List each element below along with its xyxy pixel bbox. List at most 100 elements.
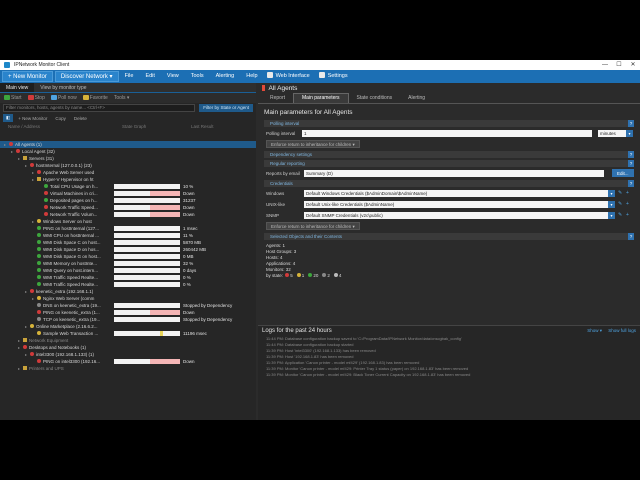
tree-row[interactable]: WMI Disk Space C on host... 5870 MB (0, 239, 256, 246)
chevron-down-icon[interactable]: ▾ (608, 190, 615, 197)
tree-row[interactable]: ▸ intel3300 (192.168.1.133) (1) (0, 351, 256, 358)
tree-row[interactable]: TCP on keenetic_extra (19... Stopped by D… (0, 316, 256, 323)
tools-dropdown[interactable]: Tools ▾ (114, 95, 130, 101)
tree-row[interactable]: Total CPU Usage on h... 10 % (0, 183, 256, 190)
add-icon[interactable]: + (626, 201, 631, 207)
new-monitor-button[interactable]: + New Monitor (2, 71, 53, 82)
help-icon[interactable]: ? (628, 233, 634, 240)
add-new-monitor-button[interactable]: + New Monitor (15, 116, 50, 121)
help-icon[interactable]: ? (628, 160, 634, 167)
tree-row[interactable]: ▸ Printers and UPS (0, 365, 256, 372)
monitor-toggle-button[interactable]: ◧ (3, 114, 14, 122)
tree-row[interactable]: ▸ All Agents (1) (0, 141, 256, 148)
show-full-logs-link[interactable]: Show full logs (608, 326, 636, 336)
maximize-button[interactable]: ☐ (612, 60, 626, 70)
delete-button[interactable]: Delete (71, 116, 90, 121)
tree-row[interactable]: Network Traffic Speed... Down (0, 204, 256, 211)
tree-row[interactable]: Deposited pages on h... 31237 (0, 197, 256, 204)
poll-now-button[interactable]: Poll now (50, 95, 77, 101)
copy-button[interactable]: Copy (52, 116, 69, 121)
tree-row[interactable]: DNS on keenetic_extra (19... Stopped by D… (0, 302, 256, 309)
tree-row[interactable]: WMI Memory on hostInte... 32 % (0, 260, 256, 267)
help-icon[interactable]: ? (628, 120, 634, 127)
dependency-section-header[interactable]: Dependency settings ? (264, 151, 634, 158)
credentials-unix-select[interactable]: Default Unix-like Credentials ($AdminNam… (304, 201, 612, 208)
tree-row[interactable]: ▸ Windows Server on host (0, 218, 256, 225)
edit-icon[interactable]: ✎ (618, 212, 623, 218)
filter-input[interactable]: Filter monitors, hosts, agents by name..… (3, 104, 196, 112)
settings-button[interactable]: Settings (316, 70, 354, 83)
tree-row[interactable]: Sample Web Transaction ... 11196 msec (0, 330, 256, 337)
polling-interval-input[interactable]: 1 (302, 130, 592, 137)
chevron-down-icon[interactable]: ▾ (608, 201, 615, 208)
tree-row[interactable]: PING on intel3300 (192.16... Down (0, 358, 256, 365)
column-last-result[interactable]: Last Result (183, 123, 214, 131)
logs-show-dropdown[interactable]: Show ▾ (587, 326, 602, 336)
chevron-down-icon[interactable]: ▾ (608, 212, 615, 219)
tree-row[interactable]: ▸ Desktops and Notebooks (1) (0, 344, 256, 351)
tree-row[interactable]: ▸ Online Marketplace (2.16.6.2... (0, 323, 256, 330)
credentials-snmp-select[interactable]: Default SNMP Credentials (v2c\public) (304, 212, 612, 219)
tree-row[interactable]: PING on hostInternal (127... 1 msec (0, 225, 256, 232)
reports-edit-button[interactable]: Edit... (612, 169, 634, 177)
tree-row[interactable]: ▸ hostInternal (127.0.0.1) (23) (0, 162, 256, 169)
tree-row[interactable]: ▸ Local Agent (32) (0, 148, 256, 155)
tree-row[interactable]: ▸ Hyper-V Hypervisor on ht (0, 176, 256, 183)
help-icon[interactable]: ? (628, 151, 634, 158)
tree-row[interactable]: ▸ Servers (31) (0, 155, 256, 162)
stop-button[interactable]: Stop (27, 95, 45, 101)
tree-row[interactable]: PING on keenetic_extra (1... Down (0, 309, 256, 316)
tree-row[interactable]: WMI CPU on hostInternal ... 11 % (0, 232, 256, 239)
chevron-down-icon[interactable]: ▾ (626, 130, 633, 137)
filter-by-state-button[interactable]: Filter by State or Agent (199, 104, 253, 112)
menu-view[interactable]: View (161, 70, 185, 83)
tab-state-conditions[interactable]: State conditions (349, 94, 401, 103)
tree-row[interactable]: Virtual Machines in cri... Down (0, 190, 256, 197)
menu-alerting[interactable]: Alerting (210, 70, 241, 83)
tab-report[interactable]: Report (262, 94, 293, 103)
status-red-icon (37, 170, 41, 174)
help-icon[interactable]: ? (628, 180, 634, 187)
start-button[interactable]: Start (4, 95, 22, 101)
tree-row[interactable]: ▸ Apache Web Server used (0, 169, 256, 176)
menu-file[interactable]: File (119, 70, 140, 83)
web-interface-button[interactable]: Web Interface (264, 70, 316, 83)
menu-edit[interactable]: Edit (139, 70, 160, 83)
column-name[interactable]: Name / Address (0, 123, 114, 131)
tree-row[interactable]: WMI Disk Space D on hos... 260442 MB (0, 246, 256, 253)
reporting-section-header[interactable]: Regular reporting ? (264, 160, 634, 167)
menu-tools[interactable]: Tools (185, 70, 210, 83)
polling-unit-select[interactable]: minutes (598, 130, 626, 137)
tree-row[interactable]: ▸ Network Equipment (0, 337, 256, 344)
menu-help[interactable]: Help (240, 70, 263, 83)
tree-row[interactable]: WMI Traffic Speed Realte... 0 % (0, 274, 256, 281)
tab-view-by-monitor-type[interactable]: View by monitor type (34, 83, 92, 92)
tab-main-parameters[interactable]: Main parameters (293, 93, 349, 103)
edit-icon[interactable]: ✎ (618, 190, 623, 196)
column-state-graph[interactable]: State Graph (114, 123, 183, 131)
tree-row[interactable]: WMI Query on host.intern... 0 days (0, 267, 256, 274)
tree-row[interactable]: ▸ keenetic_extra (192.168.1.1) (0, 288, 256, 295)
add-icon[interactable]: + (626, 212, 631, 218)
tree-row[interactable]: ▸ Nginx Web Server (comm (0, 295, 256, 302)
tab-alerting[interactable]: Alerting (400, 94, 433, 103)
reports-input[interactable]: Summary (D) (304, 170, 604, 177)
tree-row[interactable]: Network Traffic Volum... Down (0, 211, 256, 218)
favorite-button[interactable]: Favorite (82, 95, 108, 101)
tree-row[interactable]: WMI Traffic Speed Realte... 0 % (0, 281, 256, 288)
polling-section-header[interactable]: Polling interval ? (264, 120, 634, 127)
credentials-section-header[interactable]: Credentials ? (264, 180, 634, 187)
tree-row[interactable]: WMI Disk Space G on host... 0 MB (0, 253, 256, 260)
tab-main-view[interactable]: Main view (0, 83, 35, 92)
credentials-windows-select[interactable]: Default Windows Credentials ($AdminDomai… (304, 190, 612, 197)
selected-objects-section-header[interactable]: Selected Objects and their Contents ? (264, 233, 634, 240)
tree-row-label: ▸ Local Agent (32) (11, 148, 55, 155)
discover-network-button[interactable]: Discover Network ▾ (54, 71, 119, 82)
tree-row-label: Virtual Machines in cri... (39, 190, 98, 197)
polling-enforce-button[interactable]: Enforce return to inheritance for childr… (266, 140, 360, 148)
edit-icon[interactable]: ✎ (618, 201, 623, 207)
minimize-button[interactable]: — (598, 60, 612, 70)
add-icon[interactable]: + (626, 190, 631, 196)
close-button[interactable]: ✕ (626, 60, 640, 70)
credentials-enforce-button[interactable]: Enforce return to inheritance for childr… (266, 222, 360, 230)
